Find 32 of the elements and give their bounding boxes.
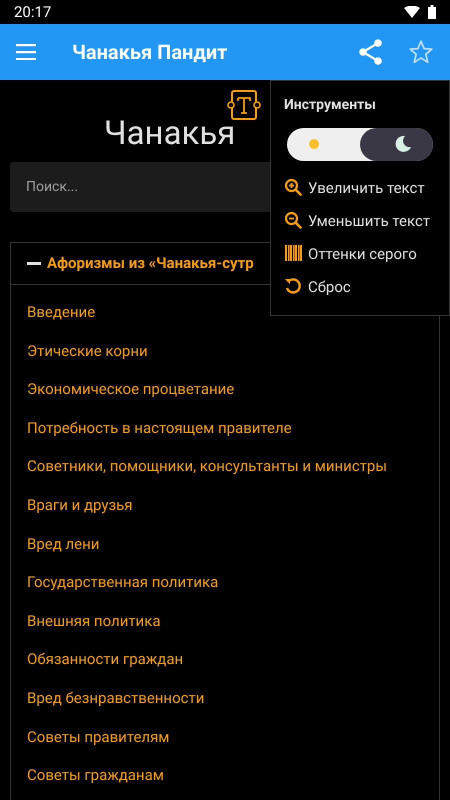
chapter-link[interactable]: Внешняя политика bbox=[27, 610, 160, 632]
chapter-link[interactable]: Вред лени bbox=[27, 532, 100, 556]
chapter-link[interactable]: Советы правителям bbox=[27, 726, 170, 748]
chapter-link[interactable]: Государственная политика bbox=[27, 571, 218, 594]
chapter-link[interactable]: Вред безнравственности bbox=[27, 686, 204, 710]
chapter-link[interactable]: Экономическое процветание bbox=[27, 378, 234, 401]
moon-icon bbox=[394, 135, 412, 153]
chapter-link[interactable]: Враги и друзья bbox=[27, 494, 132, 517]
star-icon[interactable] bbox=[408, 39, 434, 65]
menu-title: Инструменты bbox=[284, 96, 377, 115]
chapter-link[interactable]: Советники, помощники, консультанты и министры bbox=[27, 455, 387, 478]
section-title: Афоризмы из «Чанакья-сутр bbox=[47, 253, 254, 274]
chapter-link[interactable]: Этические корни bbox=[27, 340, 148, 362]
page-heading: Чанакья bbox=[104, 112, 236, 154]
undo-icon bbox=[284, 277, 302, 295]
zoom-in-icon bbox=[284, 178, 302, 196]
app-title: Чанакья Пандит bbox=[72, 39, 228, 66]
menu-item[interactable]: Увеличить текст bbox=[284, 171, 436, 204]
status-time: 20:17 bbox=[14, 2, 52, 23]
battery-icon bbox=[428, 5, 436, 19]
barcode-icon bbox=[284, 244, 302, 262]
chapter-link[interactable]: Советы гражданам bbox=[27, 764, 164, 787]
share-icon[interactable] bbox=[359, 39, 383, 65]
menu-icon[interactable] bbox=[16, 44, 38, 60]
zoom-out-icon bbox=[284, 211, 302, 229]
wifi-icon bbox=[404, 6, 420, 18]
chapter-link[interactable]: Введение bbox=[27, 301, 96, 324]
text-tool-icon[interactable] bbox=[227, 89, 261, 121]
theme-toggle[interactable] bbox=[287, 128, 433, 161]
chapter-link[interactable]: Обязанности граждан bbox=[27, 648, 184, 671]
chapter-link[interactable]: Потребность в настоящем правителе bbox=[27, 416, 292, 440]
sun-icon bbox=[306, 136, 322, 152]
